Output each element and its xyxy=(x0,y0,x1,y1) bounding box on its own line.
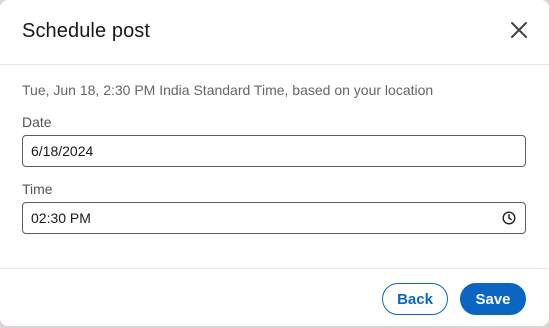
dialog-footer: Back Save xyxy=(0,269,549,326)
date-label: Date xyxy=(22,114,52,130)
close-button[interactable] xyxy=(505,18,533,46)
back-button[interactable]: Back xyxy=(382,283,448,315)
time-label: Time xyxy=(22,181,53,197)
timezone-note: Tue, Jun 18, 2:30 PM India Standard Time… xyxy=(22,82,434,98)
schedule-post-dialog: Schedule post Tue, Jun 18, 2:30 PM India… xyxy=(0,0,549,326)
time-input[interactable]: 02:30 PM xyxy=(22,202,526,234)
clock-icon[interactable] xyxy=(501,210,517,226)
date-value: 6/18/2024 xyxy=(31,143,94,159)
dialog-body: Tue, Jun 18, 2:30 PM India Standard Time… xyxy=(0,65,549,269)
date-input[interactable]: 6/18/2024 xyxy=(22,135,526,167)
dialog-title: Schedule post xyxy=(22,20,151,42)
time-value: 02:30 PM xyxy=(31,210,91,226)
close-icon xyxy=(510,21,528,44)
save-button[interactable]: Save xyxy=(460,283,526,315)
dialog-header: Schedule post xyxy=(0,0,549,65)
